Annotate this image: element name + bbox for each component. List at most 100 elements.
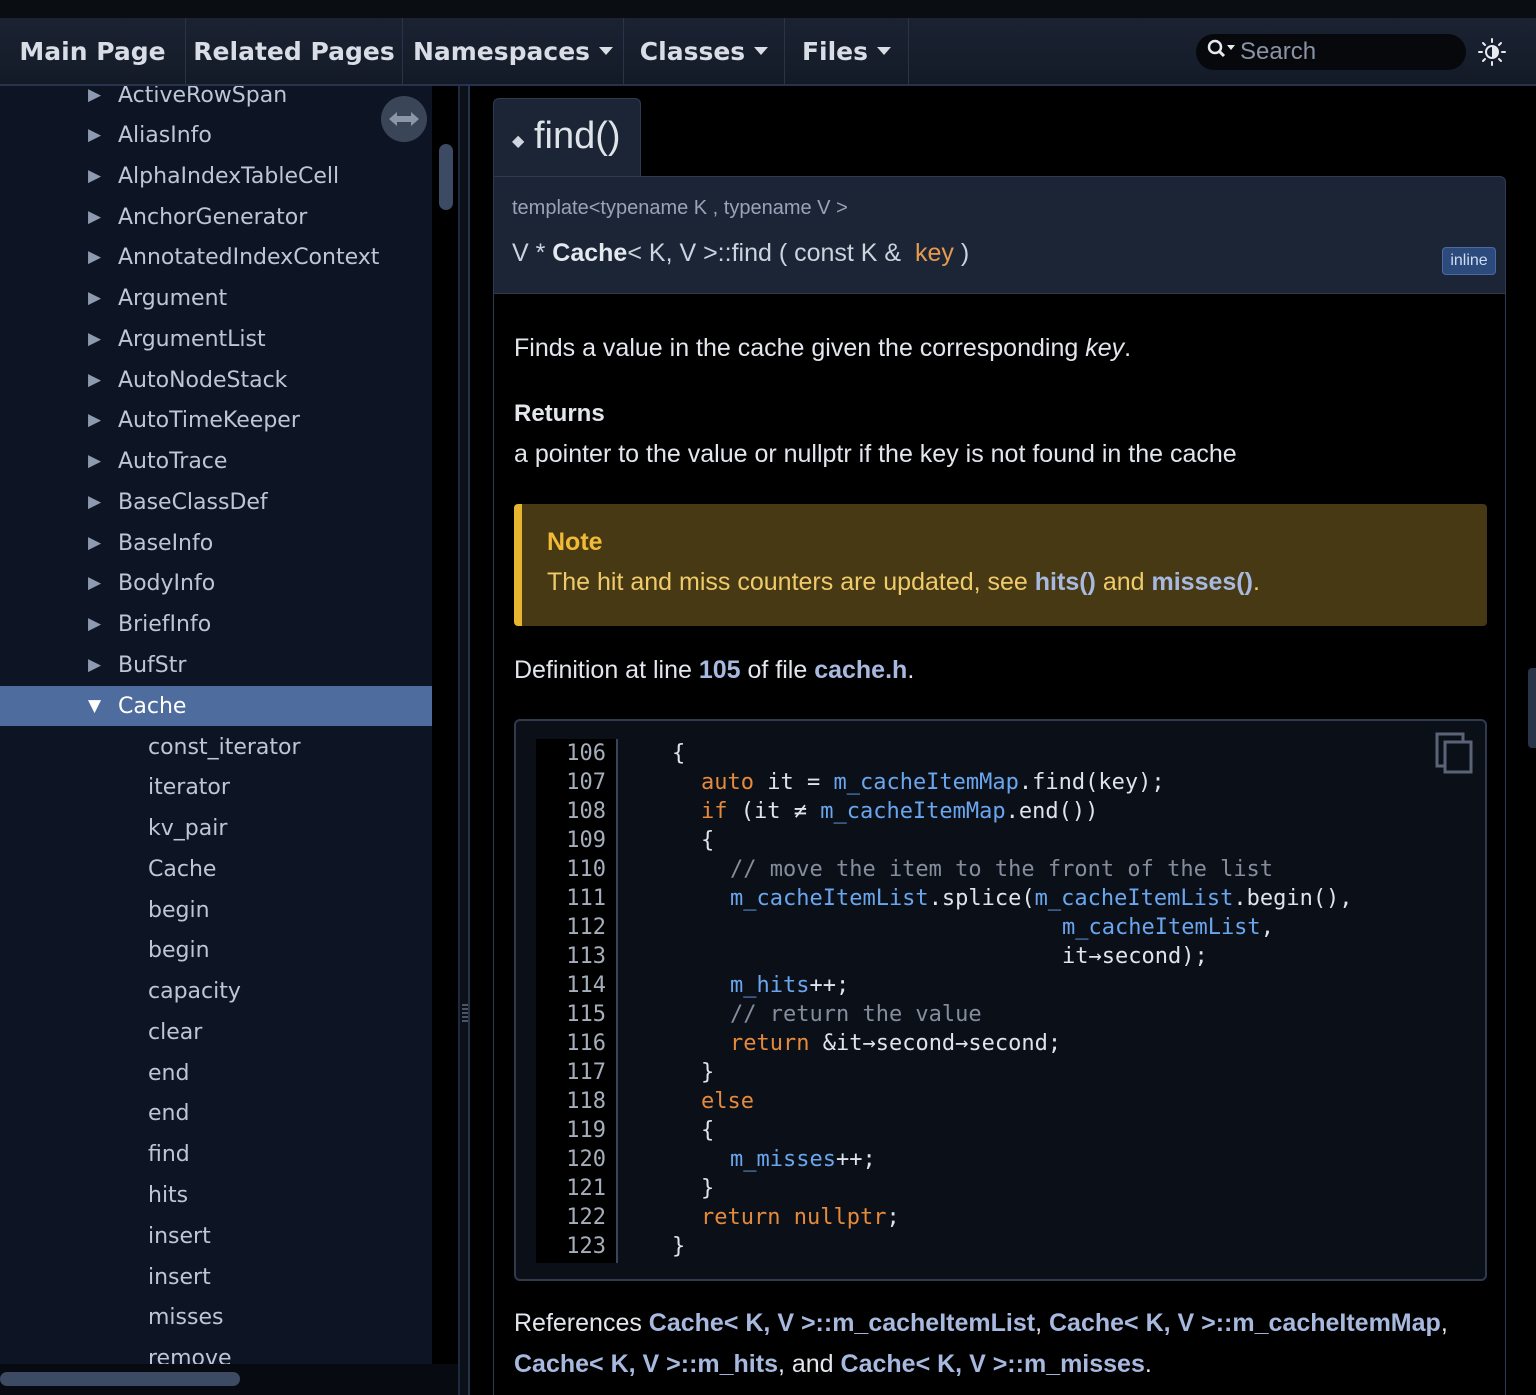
tree-item-aliasinfo[interactable]: ▶ AliasInfo bbox=[0, 115, 432, 155]
sidebar-scrollbar[interactable] bbox=[439, 144, 453, 210]
line-number[interactable]: 120 bbox=[566, 1147, 606, 1172]
tree-item-argumentlist[interactable]: ▶ ArgumentList bbox=[0, 319, 432, 359]
tree-child-insert[interactable]: insert bbox=[0, 1257, 432, 1297]
tree-item-baseclassdef[interactable]: ▶ BaseClassDef bbox=[0, 482, 432, 522]
tree-item-bufstr[interactable]: ▶ BufStr bbox=[0, 645, 432, 685]
search-icon[interactable] bbox=[1206, 38, 1240, 66]
hits-link[interactable]: hits() bbox=[1035, 568, 1096, 596]
tree-item-autotimekeeper[interactable]: ▶ AutoTimeKeeper bbox=[0, 400, 432, 440]
nav-tab-files[interactable]: Files bbox=[785, 18, 909, 84]
line-number[interactable]: 115 bbox=[566, 1002, 606, 1027]
line-number[interactable]: 108 bbox=[566, 799, 606, 824]
line-number[interactable]: 114 bbox=[566, 973, 606, 998]
line-number[interactable]: 112 bbox=[566, 915, 606, 940]
line-number[interactable]: 106 bbox=[566, 741, 606, 766]
tree-child-end[interactable]: end bbox=[0, 1053, 432, 1093]
content-scrollbar[interactable] bbox=[1528, 668, 1536, 748]
tree-item-anchorgenerator[interactable]: ▶ AnchorGenerator bbox=[0, 197, 432, 237]
expand-arrow-icon[interactable]: ▶ bbox=[88, 86, 101, 105]
code-member[interactable]: m_cacheItemList bbox=[1062, 915, 1261, 940]
misses-link[interactable]: misses() bbox=[1152, 568, 1253, 596]
tree-item-briefinfo[interactable]: ▶ BriefInfo bbox=[0, 604, 432, 644]
tree-item-autotrace[interactable]: ▶ AutoTrace bbox=[0, 441, 432, 481]
tree-item-bodyinfo[interactable]: ▶ BodyInfo bbox=[0, 563, 432, 603]
tree-child-begin[interactable]: begin bbox=[0, 930, 432, 970]
expand-arrow-icon[interactable]: ▶ bbox=[88, 166, 101, 186]
expand-arrow-icon[interactable]: ▶ bbox=[88, 247, 101, 267]
sun-icon[interactable] bbox=[1476, 36, 1508, 68]
expand-arrow-icon[interactable]: ▶ bbox=[88, 533, 101, 553]
expand-arrow-icon[interactable]: ▶ bbox=[88, 125, 101, 145]
nav-tab-classes[interactable]: Classes bbox=[624, 18, 785, 84]
sidebar-horizontal-scrollbar[interactable] bbox=[0, 1372, 240, 1386]
splitter-grip-icon[interactable] bbox=[462, 1004, 468, 1022]
nav-tab-main-page[interactable]: Main Page bbox=[0, 18, 186, 84]
tree-child-const-iterator[interactable]: const_iterator bbox=[0, 727, 432, 767]
search-box[interactable] bbox=[1196, 34, 1466, 70]
sync-toggle-button[interactable] bbox=[381, 96, 427, 142]
tree-child-misses[interactable]: misses bbox=[0, 1297, 432, 1337]
panel-splitter[interactable] bbox=[458, 86, 470, 1395]
expand-arrow-icon[interactable]: ▶ bbox=[88, 288, 101, 308]
tree-child-remove[interactable]: remove bbox=[0, 1338, 432, 1365]
line-number[interactable]: 121 bbox=[566, 1176, 606, 1201]
nav-tab-namespaces[interactable]: Namespaces bbox=[403, 18, 624, 84]
tree-child-capacity[interactable]: capacity bbox=[0, 971, 432, 1011]
reference-link-m-cacheitemmap[interactable]: Cache< K, V >::m_cacheItemMap bbox=[1049, 1309, 1441, 1337]
reference-link-m-cacheitemlist[interactable]: Cache< K, V >::m_cacheItemList bbox=[649, 1309, 1035, 1337]
reference-link-m-misses[interactable]: Cache< K, V >::m_misses bbox=[841, 1350, 1145, 1378]
expand-arrow-icon[interactable]: ▶ bbox=[88, 451, 101, 471]
tree-child-clear[interactable]: clear bbox=[0, 1012, 432, 1052]
chevron-down-icon bbox=[877, 47, 892, 55]
tree-child-cache[interactable]: Cache bbox=[0, 849, 432, 889]
line-number[interactable]: 123 bbox=[566, 1234, 606, 1259]
copy-icon[interactable] bbox=[1434, 731, 1474, 775]
reference-link-m-hits[interactable]: Cache< K, V >::m_hits bbox=[514, 1350, 778, 1378]
file-link[interactable]: cache.h bbox=[814, 656, 907, 684]
tree-item-annotatedindexcontext[interactable]: ▶ AnnotatedIndexContext bbox=[0, 237, 432, 277]
nav-tab-related-pages[interactable]: Related Pages bbox=[186, 18, 403, 84]
line-number[interactable]: 107 bbox=[566, 770, 606, 795]
line-number[interactable]: 122 bbox=[566, 1205, 606, 1230]
tree-item-alphaindextablecell[interactable]: ▶ AlphaIndexTableCell bbox=[0, 156, 432, 196]
expand-arrow-icon[interactable]: ▶ bbox=[88, 614, 101, 634]
code-member[interactable]: m_hits bbox=[730, 973, 809, 998]
tree-child-find[interactable]: find bbox=[0, 1134, 432, 1174]
expand-arrow-icon[interactable]: ▶ bbox=[88, 492, 101, 512]
tree-child-iterator[interactable]: iterator bbox=[0, 767, 432, 807]
line-number[interactable]: 116 bbox=[566, 1031, 606, 1056]
tree-item-baseinfo[interactable]: ▶ BaseInfo bbox=[0, 523, 432, 563]
tree-child-kv-pair[interactable]: kv_pair bbox=[0, 808, 432, 848]
tree-item-autonodestack[interactable]: ▶ AutoNodeStack bbox=[0, 360, 432, 400]
tree-item-argument[interactable]: ▶ Argument bbox=[0, 278, 432, 318]
line-number[interactable]: 109 bbox=[566, 828, 606, 853]
line-number[interactable]: 118 bbox=[566, 1089, 606, 1114]
expand-arrow-icon[interactable]: ▶ bbox=[88, 329, 101, 349]
code-member[interactable]: m_misses bbox=[730, 1147, 836, 1172]
code-member[interactable]: m_cacheItemMap bbox=[833, 770, 1018, 795]
tree-item-label: ActiveRowSpan bbox=[118, 86, 288, 108]
code-member[interactable]: m_cacheItemList bbox=[730, 886, 929, 911]
tree-child-insert[interactable]: insert bbox=[0, 1216, 432, 1256]
code-member[interactable]: m_cacheItemList bbox=[1035, 886, 1234, 911]
line-number[interactable]: 113 bbox=[566, 944, 606, 969]
search-input[interactable] bbox=[1240, 38, 1450, 66]
expand-arrow-icon[interactable]: ▶ bbox=[88, 655, 101, 675]
expand-arrow-icon[interactable]: ▶ bbox=[88, 573, 101, 593]
tree-child-hits[interactable]: hits bbox=[0, 1175, 432, 1215]
tree-child-end[interactable]: end bbox=[0, 1093, 432, 1133]
collapse-arrow-icon[interactable]: ▼ bbox=[88, 696, 101, 716]
tree-item-cache[interactable]: ▼ Cache bbox=[0, 686, 432, 726]
line-number[interactable]: 110 bbox=[566, 857, 606, 882]
line-number[interactable]: 119 bbox=[566, 1118, 606, 1143]
tree-child-begin[interactable]: begin bbox=[0, 890, 432, 930]
expand-arrow-icon[interactable]: ▶ bbox=[88, 410, 101, 430]
tree-item-activerowspan[interactable]: ▶ ActiveRowSpan bbox=[0, 86, 432, 115]
expand-arrow-icon[interactable]: ▶ bbox=[88, 370, 101, 390]
line-link[interactable]: 105 bbox=[699, 656, 741, 684]
expand-arrow-icon[interactable]: ▶ bbox=[88, 207, 101, 227]
reference-separator: , bbox=[1035, 1309, 1049, 1337]
line-number[interactable]: 117 bbox=[566, 1060, 606, 1085]
code-member[interactable]: m_cacheItemMap bbox=[820, 799, 1005, 824]
line-number[interactable]: 111 bbox=[566, 886, 606, 911]
